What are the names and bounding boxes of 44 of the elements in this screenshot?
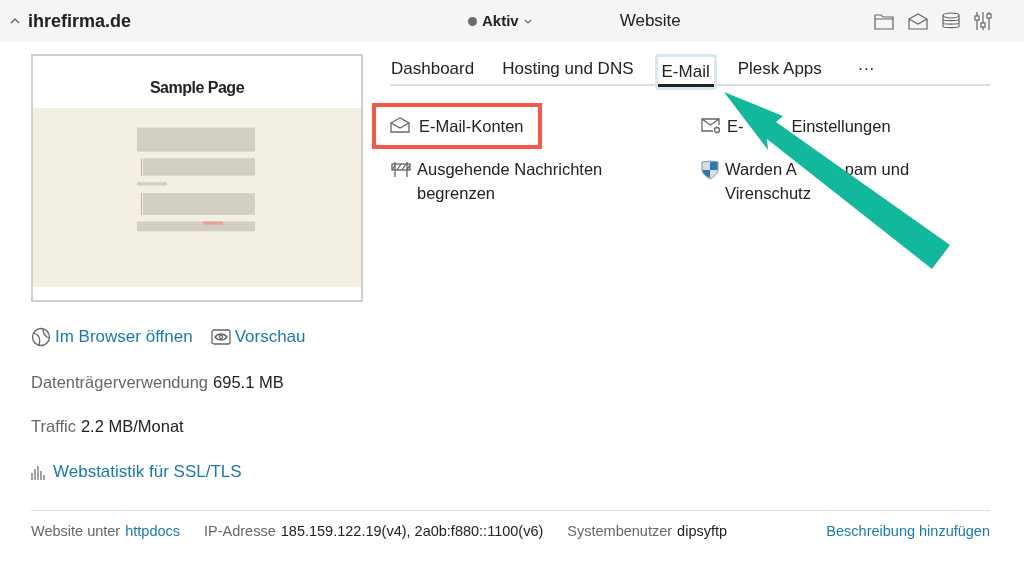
eye-icon	[210, 328, 231, 345]
tab[interactable]: Dashboard	[391, 55, 475, 84]
preview-link[interactable]: Vorschau	[210, 324, 306, 350]
tab[interactable]: E-Mail	[654, 53, 717, 90]
docroot-label: Website unter	[31, 522, 121, 541]
docroot-link[interactable]: httpdocs	[125, 521, 181, 543]
envelope-icon	[390, 117, 410, 133]
envelope-icon[interactable]	[908, 12, 928, 30]
domain-name: ihrefirma.de	[28, 9, 133, 33]
tool-link[interactable]: Virenschutz	[725, 184, 811, 202]
stat-label: Datenträgerverwendung	[31, 371, 209, 393]
database-icon[interactable]	[942, 12, 960, 30]
tool-link[interactable]: Warden A	[725, 160, 797, 178]
system-user: dipsyftp	[677, 522, 728, 541]
shield-icon	[701, 160, 719, 180]
tool-link[interactable]: E-Mail-Konten	[419, 117, 524, 135]
caret-icon	[523, 18, 532, 24]
tool-link[interactable]: Einstellungen	[791, 117, 891, 135]
section-title: Website	[619, 10, 681, 33]
tab[interactable]: Plesk Apps	[737, 55, 822, 84]
page-heading: Sample Page	[148, 78, 246, 98]
barrier-icon	[391, 160, 411, 178]
statistics-link[interactable]: Webstatistik für SSL/TLS	[31, 459, 363, 485]
folder-icon[interactable]	[874, 12, 894, 30]
preview-link[interactable]: Im Browser öffnen	[31, 324, 193, 350]
globe-icon	[31, 326, 51, 347]
envelope-gear-icon	[701, 117, 721, 134]
more-tabs-button[interactable]: ···	[857, 55, 875, 84]
sliders-icon[interactable]	[974, 11, 992, 31]
tool-link[interactable]: Ausgehende Nachrichten	[417, 160, 603, 178]
ip-address: 185.159.122.19(v4), 2a0b:f880::1100(v6)	[280, 522, 544, 541]
add-description-link[interactable]: Beschreibung hinzufügen	[826, 521, 990, 543]
ip-label: IP-Adresse	[204, 522, 276, 541]
stat-value: 695.1 MB	[213, 371, 284, 393]
tab[interactable]: Hosting und DNS	[502, 55, 634, 84]
tool-link[interactable]: begrenzen	[417, 184, 495, 202]
status-dropdown[interactable]: Aktiv	[468, 9, 532, 33]
website-preview[interactable]: Sample Page	[31, 54, 363, 302]
stat-label: Traffic	[31, 416, 76, 438]
collapse-caret-icon[interactable]	[10, 18, 20, 24]
bar-chart-icon	[31, 463, 47, 480]
tool-link[interactable]: E-	[727, 117, 744, 135]
system-user-label: Systembenutzer	[567, 522, 673, 541]
stat-value: 2.2 MB/Monat	[80, 416, 184, 438]
